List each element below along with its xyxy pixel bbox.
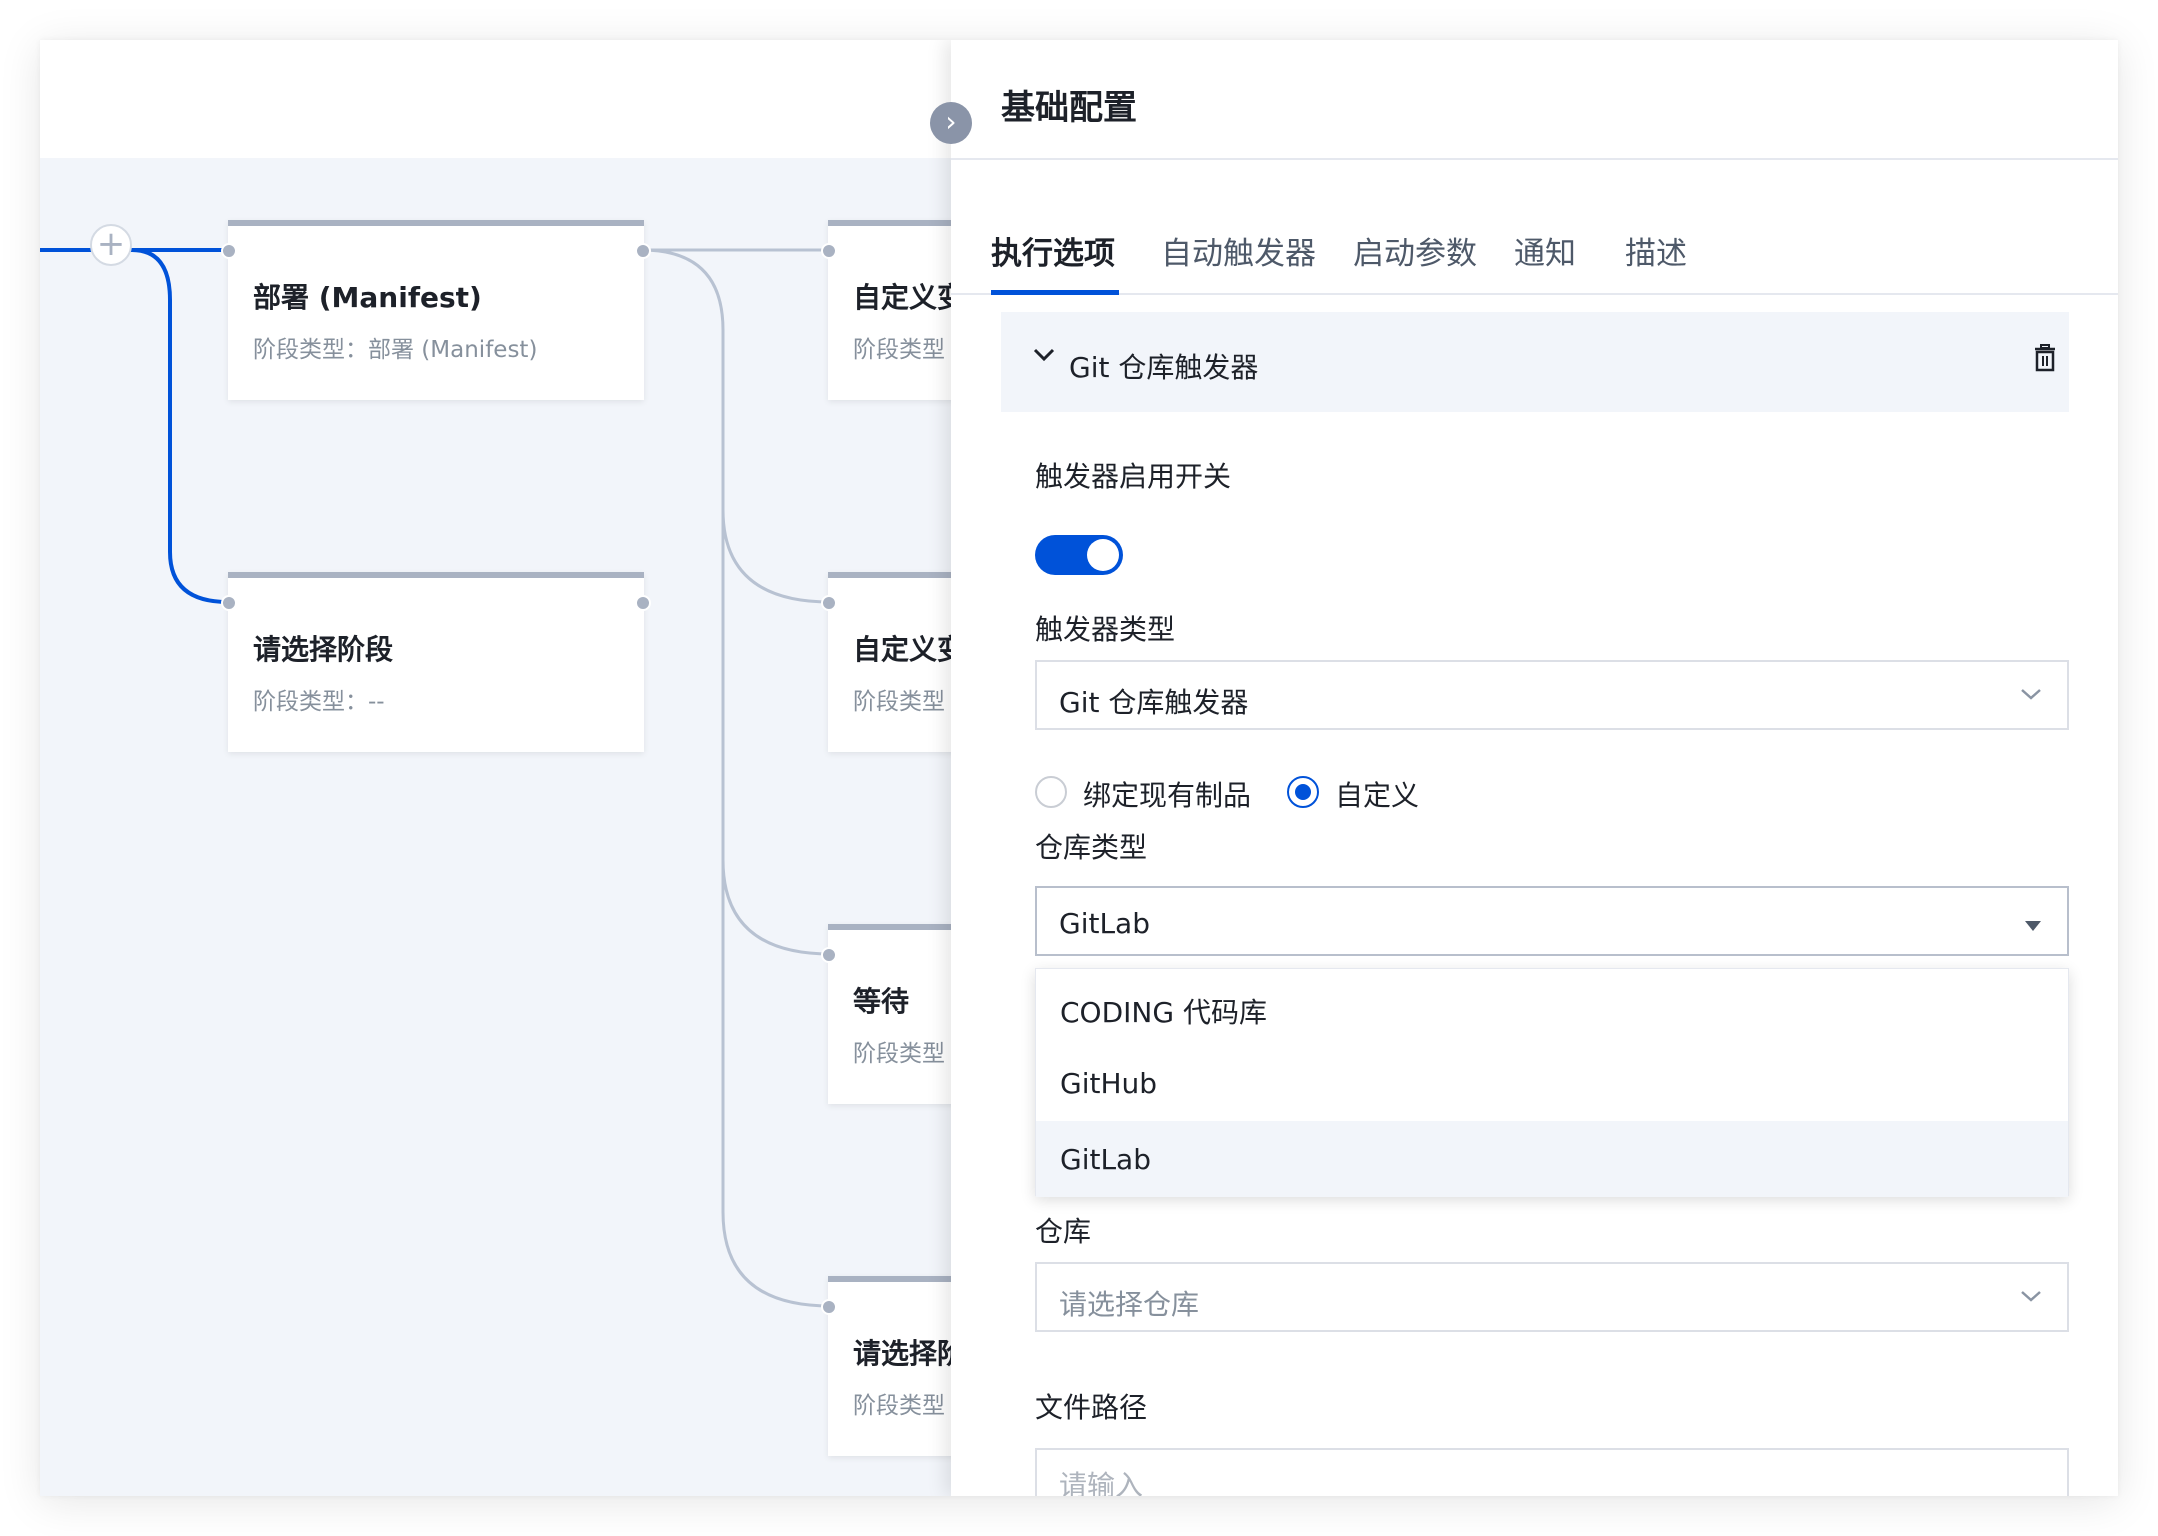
select-value: Git 仓库触发器 — [1059, 686, 1249, 719]
option-label: CODING 代码库 — [1060, 996, 1267, 1029]
stage-type: 阶段类型 — [853, 1393, 945, 1419]
select-placeholder: 请选择仓库 — [1059, 1288, 1200, 1321]
file-path-input[interactable] — [1057, 1464, 2041, 1496]
chevron-down-icon — [1033, 348, 1055, 362]
config-panel: 基础配置 执行选项 自动触发器 启动参数 通知 描述 Git 仓库触发器 触发器… — [951, 40, 2118, 1496]
repo-type-select[interactable]: GitLab — [1035, 886, 2069, 956]
toggle-knob — [1087, 539, 1119, 571]
file-path-field[interactable] — [1035, 1448, 2069, 1496]
connector-s1-s5 — [721, 510, 831, 956]
tab-notifications[interactable]: 通知 — [1514, 228, 1576, 273]
tab-bar: 执行选项 自动触发器 启动参数 通知 描述 — [951, 160, 2118, 295]
trigger-type-label: 触发器类型 — [1035, 613, 1176, 646]
select-value: GitLab — [1059, 907, 1150, 940]
stage-card[interactable]: 请选择阶段 阶段类型：-- — [228, 572, 644, 752]
connector-dot[interactable] — [821, 1299, 837, 1315]
tab-execution-options[interactable]: 执行选项 — [991, 228, 1115, 273]
app-frame: + 部署 (Manifest) 阶段类型：部署 (Manifest) 请选择阶段… — [40, 40, 2118, 1496]
connector-dot[interactable] — [821, 947, 837, 963]
stage-card[interactable]: 部署 (Manifest) 阶段类型：部署 (Manifest) — [228, 220, 644, 400]
active-tab-indicator — [991, 290, 1119, 295]
repo-select[interactable]: 请选择仓库 — [1035, 1262, 2069, 1332]
radio-label: 绑定现有制品 — [1083, 779, 1252, 812]
connector-dot[interactable] — [635, 243, 651, 259]
option-label: GitHub — [1060, 1067, 1158, 1100]
stage-type: 阶段类型：-- — [253, 689, 385, 715]
trigger-enable-toggle[interactable] — [1035, 535, 1123, 575]
radio-bind-artifact[interactable] — [1035, 776, 1067, 808]
trigger-section-header[interactable]: Git 仓库触发器 — [1001, 312, 2069, 412]
stage-title: 自定义变 — [853, 281, 966, 314]
stage-title: 自定义变 — [853, 633, 966, 666]
tab-auto-triggers[interactable]: 自动触发器 — [1161, 228, 1316, 273]
panel-title: 基础配置 — [1001, 88, 1137, 128]
trash-icon[interactable] — [2034, 344, 2056, 372]
trigger-type-select[interactable]: Git 仓库触发器 — [1035, 660, 2069, 730]
radio-custom[interactable] — [1287, 776, 1319, 808]
dropdown-option-gitlab[interactable]: GitLab — [1036, 1121, 2068, 1197]
connector-s1-s6 — [721, 860, 831, 1308]
stage-title: 请选择阶 — [853, 1337, 966, 1370]
tab-start-params[interactable]: 启动参数 — [1353, 228, 1477, 273]
stage-type: 阶段类型 — [853, 689, 945, 715]
stage-title: 部署 (Manifest) — [253, 281, 482, 314]
connector-s1-s4 — [641, 248, 831, 604]
dropdown-option-github[interactable]: GitHub — [1036, 1045, 2068, 1121]
trigger-switch-label: 触发器启用开关 — [1035, 460, 1232, 493]
stage-type: 阶段类型 — [853, 337, 945, 363]
stage-title: 请选择阶段 — [253, 633, 394, 666]
connector-dot[interactable] — [821, 595, 837, 611]
dropdown-option-coding[interactable]: CODING 代码库 — [1036, 969, 2068, 1045]
option-label: GitLab — [1060, 1143, 1151, 1176]
radio-label: 自定义 — [1335, 779, 1420, 812]
stage-type: 阶段类型：部署 (Manifest) — [253, 337, 538, 363]
caret-down-icon — [2025, 921, 2041, 931]
repo-type-dropdown: CODING 代码库 GitHub GitLab — [1035, 968, 2069, 1197]
stage-type: 阶段类型 — [853, 1041, 945, 1067]
collapse-panel-button[interactable]: › — [930, 102, 972, 144]
section-title: Git 仓库触发器 — [1069, 351, 1259, 384]
connector-branch-2 — [131, 248, 229, 604]
connector-dot[interactable] — [635, 595, 651, 611]
connector-dot[interactable] — [821, 243, 837, 259]
chevron-down-icon — [2021, 689, 2041, 700]
stage-title: 等待 — [853, 985, 910, 1018]
tab-description[interactable]: 描述 — [1625, 228, 1687, 273]
chevron-down-icon — [2021, 1291, 2041, 1302]
add-stage-button[interactable]: + — [90, 224, 132, 266]
repo-label: 仓库 — [1035, 1215, 1092, 1248]
repo-type-label: 仓库类型 — [1035, 831, 1148, 864]
connector-dot[interactable] — [221, 595, 237, 611]
connector-dot[interactable] — [221, 243, 237, 259]
file-path-label: 文件路径 — [1035, 1391, 1148, 1424]
chevron-right-icon: › — [945, 105, 957, 138]
